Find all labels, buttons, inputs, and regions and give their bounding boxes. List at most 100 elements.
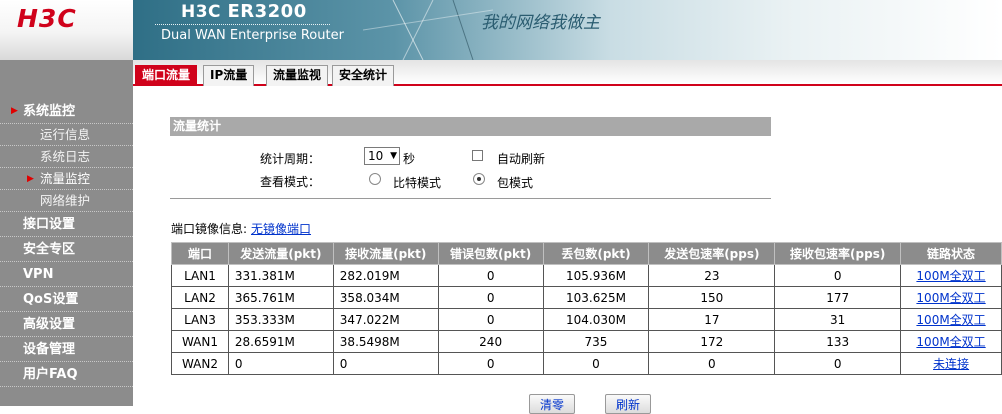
nav-group-0[interactable]: ▶ 系统监控 <box>0 99 133 124</box>
banner-slogan: 我的网络我做主 <box>481 13 600 33</box>
table-cell: 31 <box>774 308 902 331</box>
link-status-link[interactable]: 100M全双工 <box>916 291 985 305</box>
nav-group-7[interactable]: 用户FAQ <box>0 362 133 387</box>
table-cell: 0 <box>542 352 650 375</box>
tab-port-traffic[interactable]: 端口流量 <box>135 65 198 86</box>
table-cell: 0 <box>437 286 544 309</box>
packet-mode-radio[interactable] <box>473 173 485 185</box>
nav-group-3[interactable]: VPN <box>0 262 133 287</box>
table-row: LAN3 353.333M 347.022M 0 104.030M 17 31 100M全双工 <box>171 308 1002 331</box>
nav-item-0-2[interactable]: ▶ 流量监控 <box>0 168 133 190</box>
divider <box>170 198 771 199</box>
col-rx-rate: 接收包速率(pps) <box>774 242 902 265</box>
table-cell: 0 <box>227 352 334 375</box>
table-cell: 172 <box>648 330 776 353</box>
current-arrow-icon: ▶ <box>27 174 34 184</box>
table-row: LAN1 331.381M 282.019M 0 105.936M 23 0 100M全双工 <box>171 264 1002 287</box>
bit-mode-label: 比特模式 <box>393 176 442 190</box>
table-cell: 0 <box>437 264 544 287</box>
nav-group-label: 设备管理 <box>23 342 76 357</box>
table-cell: 38.5498M <box>332 330 439 353</box>
table-cell: 0 <box>774 264 902 287</box>
col-link-status: 链路状态 <box>900 242 1002 265</box>
col-port: 端口 <box>171 242 229 265</box>
table-cell: LAN3 <box>171 308 229 331</box>
bit-mode-radio[interactable] <box>369 173 381 185</box>
table-cell: 735 <box>542 330 650 353</box>
link-status-link[interactable]: 100M全双工 <box>916 313 985 327</box>
table-cell: WAN1 <box>171 330 229 353</box>
nav-group-5[interactable]: 高级设置 <box>0 312 133 337</box>
table-cell: 353.333M <box>227 308 334 331</box>
packet-mode-label: 包模式 <box>497 176 534 190</box>
banner-title: H3C ER3200 <box>181 1 307 22</box>
nav-item-0-1[interactable]: 系统日志 <box>0 146 133 168</box>
table-cell: 104.030M <box>542 308 650 331</box>
refresh-button[interactable]: 刷新 <box>605 394 652 414</box>
table-cell: 100M全双工 <box>900 330 1002 353</box>
nav-group-label: 系统监控 <box>23 104 76 119</box>
table-cell: 347.022M <box>332 308 439 331</box>
tab-traffic-monitor[interactable]: 流量监视 <box>266 65 329 86</box>
col-tx-rate: 发送包速率(pps) <box>648 242 776 265</box>
nav-group-label: 高级设置 <box>23 317 76 332</box>
table-cell: 100M全双工 <box>900 308 1002 331</box>
table-cell: 100M全双工 <box>900 264 1002 287</box>
nav-group-4[interactable]: QoS设置 <box>0 287 133 312</box>
col-dropped-packets: 丢包数(pkt) <box>542 242 650 265</box>
chevron-down-icon: ▼ <box>390 151 397 161</box>
auto-refresh-checkbox[interactable] <box>472 150 483 161</box>
view-mode-label: 查看模式： <box>260 175 321 189</box>
clear-button[interactable]: 清零 <box>529 394 576 414</box>
h3c-logo: H3C <box>17 4 77 33</box>
table-cell: LAN1 <box>171 264 229 287</box>
table-cell: 28.6591M <box>227 330 334 353</box>
table-cell: 17 <box>648 308 776 331</box>
nav-item-0-3[interactable]: 网络维护 <box>0 190 133 212</box>
table-row: WAN2 0 0 0 0 0 0 未连接 <box>171 352 1002 375</box>
table-cell: 103.625M <box>542 286 650 309</box>
banner-decoration <box>363 0 493 60</box>
nav-group-1[interactable]: 接口设置 <box>0 212 133 237</box>
table-cell: 未连接 <box>900 352 1002 375</box>
table-cell: 177 <box>774 286 902 309</box>
table-header-row: 端口 发送流量(pkt) 接收流量(pkt) 错误包数(pkt) 丢包数(pkt… <box>171 242 1002 265</box>
table-row: LAN2 365.761M 358.034M 0 103.625M 150 177 100M全… <box>171 286 1002 309</box>
tab-bar: 端口流量 IP流量 流量监视 安全统计 <box>133 60 1002 86</box>
logo-area: H3C <box>0 0 133 60</box>
period-value: 10 <box>368 149 384 163</box>
port-traffic-table: 端口 发送流量(pkt) 接收流量(pkt) 错误包数(pkt) 丢包数(pkt… <box>171 242 1002 375</box>
link-status-link[interactable]: 100M全双工 <box>916 335 985 349</box>
nav-group-2[interactable]: 安全专区 <box>0 237 133 262</box>
table-cell: 100M全双工 <box>900 286 1002 309</box>
nav-item-label: 网络维护 <box>40 193 91 208</box>
period-select[interactable]: 10 ▼ <box>364 147 400 165</box>
table-cell: 0 <box>774 352 902 375</box>
nav-group-label: VPN <box>23 267 54 282</box>
banner-brand: H3C <box>181 2 222 22</box>
auto-refresh-label: 自动刷新 <box>497 152 546 166</box>
expand-arrow-icon: ▶ <box>11 106 18 116</box>
mirror-info-label: 端口镜像信息: <box>171 222 248 236</box>
table-cell: 331.381M <box>227 264 334 287</box>
table-cell: 365.761M <box>227 286 334 309</box>
table-cell: 282.019M <box>332 264 439 287</box>
tab-security-stats[interactable]: 安全统计 <box>332 65 395 86</box>
sidebar: H3C ▶ 系统监控运行信息系统日志 ▶ 流量监控网络维护接口设置安全专区 VPN QoS… <box>0 0 133 406</box>
nav-item-0-0[interactable]: 运行信息 <box>0 124 133 146</box>
link-status-link[interactable]: 未连接 <box>933 357 969 371</box>
nav-group-6[interactable]: 设备管理 <box>0 337 133 362</box>
nav-group-label: QoS设置 <box>23 292 79 307</box>
table-cell: 133 <box>774 330 902 353</box>
nav-group-label: 接口设置 <box>23 217 76 232</box>
mirror-port-link[interactable]: 无镜像端口 <box>251 220 311 237</box>
table-cell: 0 <box>332 352 439 375</box>
tab-ip-traffic[interactable]: IP流量 <box>203 65 255 86</box>
nav-group-label: 用户FAQ <box>23 367 78 382</box>
nav-item-label: 运行信息 <box>40 127 91 142</box>
period-label: 统计周期： <box>260 152 321 166</box>
banner-divider <box>155 24 330 25</box>
link-status-link[interactable]: 100M全双工 <box>916 269 985 283</box>
banner-subtitle: Dual WAN Enterprise Router <box>161 28 344 43</box>
main-content: 流量统计 统计周期： 10 ▼ 秒 自动刷新 查看模式： 比特模式 包模式 端口… <box>133 86 1002 414</box>
